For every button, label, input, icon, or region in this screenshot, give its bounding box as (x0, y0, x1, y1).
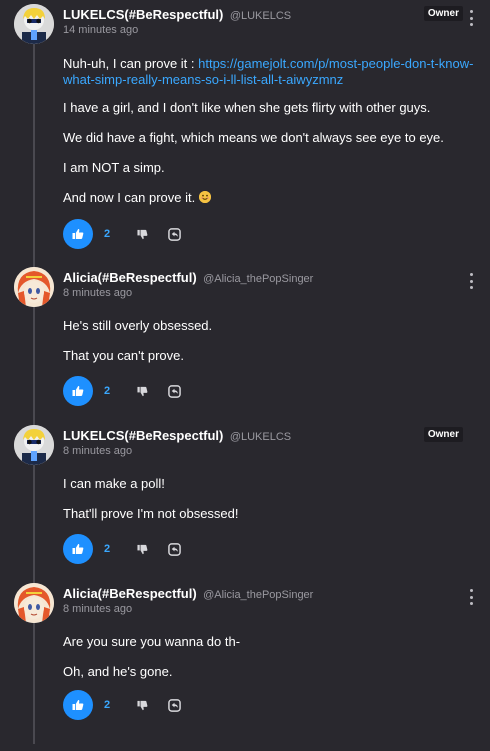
comment-paragraph: He's still overly obsessed. (63, 318, 213, 333)
like-count[interactable]: 2 (104, 228, 118, 240)
comment-paragraph: I am NOT a simp. (63, 160, 165, 175)
like-count[interactable]: 2 (104, 385, 118, 397)
display-name[interactable]: Alicia(#BeRespectful) (63, 586, 197, 601)
comment-body: He's still overly obsessed. That you can… (63, 318, 474, 364)
dislike-button[interactable] (132, 224, 152, 244)
reply-icon (167, 542, 181, 556)
comment-body: Nuh-uh, I can prove it : https://gamejol… (63, 56, 474, 206)
comment-actions: 2 (63, 376, 184, 406)
comment-actions: 2 (63, 534, 184, 564)
thumbs-up-icon (72, 228, 84, 239)
comment-item: Alicia(#BeRespectful) @Alicia_thePopSing… (0, 583, 490, 733)
comment-paragraph: I have a girl, and I don't like when she… (63, 100, 431, 115)
comment-paragraph: That you can't prove. (63, 348, 184, 363)
comment-paragraph: Nuh-uh, I can prove it : https://gamejol… (63, 56, 474, 87)
display-name[interactable]: LUKELCS(#BeRespectful) (63, 428, 223, 443)
comment-paragraph: Oh, and he's gone. (63, 664, 173, 679)
timestamp[interactable]: 8 minutes ago (63, 287, 132, 299)
display-name[interactable]: Alicia(#BeRespectful) (63, 270, 197, 285)
comment-item: Alicia(#BeRespectful) @Alicia_thePopSing… (0, 267, 490, 417)
comment-actions: 2 (63, 219, 184, 249)
like-button[interactable] (63, 690, 93, 720)
reply-icon (167, 227, 181, 241)
thumbs-down-icon (136, 386, 147, 396)
like-button[interactable] (63, 534, 93, 564)
thumbs-up-icon (72, 385, 84, 396)
reply-button[interactable] (164, 539, 184, 559)
thumbs-up-icon (72, 699, 84, 710)
comment-paragraph: That'll prove I'm not obsessed! (63, 506, 239, 521)
reply-button[interactable] (164, 695, 184, 715)
comment-paragraph: And now I can prove it. (63, 190, 474, 206)
more-options-icon[interactable] (468, 589, 474, 605)
more-options-icon[interactable] (468, 10, 474, 26)
like-count[interactable]: 2 (104, 543, 118, 555)
owner-badge: Owner (423, 6, 463, 21)
username[interactable]: @Alicia_thePopSinger (203, 589, 313, 601)
thumbs-down-icon (136, 229, 147, 239)
comment-paragraph: We did have a fight, which means we don'… (63, 130, 444, 145)
dislike-button[interactable] (132, 539, 152, 559)
reply-icon (167, 698, 181, 712)
like-count[interactable]: 2 (104, 699, 118, 711)
smiley-emoji-icon (198, 191, 211, 203)
comment-item: LUKELCS(#BeRespectful) @LUKELCS 8 minute… (0, 425, 490, 575)
reply-button[interactable] (164, 224, 184, 244)
like-button[interactable] (63, 376, 93, 406)
comment-item: LUKELCS(#BeRespectful) @LUKELCS 14 minut… (0, 4, 490, 259)
username[interactable]: @Alicia_thePopSinger (203, 273, 313, 285)
owner-badge: Owner (423, 427, 463, 442)
comment-paragraph: Are you sure you wanna do th- (63, 634, 241, 649)
timestamp[interactable]: 14 minutes ago (63, 24, 138, 36)
timestamp[interactable]: 8 minutes ago (63, 603, 132, 615)
reply-button[interactable] (164, 381, 184, 401)
thumbs-down-icon (136, 544, 147, 554)
comment-body: Are you sure you wanna do th- Oh, and he… (63, 634, 474, 680)
more-options-icon[interactable] (468, 273, 474, 289)
username[interactable]: @LUKELCS (230, 431, 291, 443)
thumbs-down-icon (136, 700, 147, 710)
username[interactable]: @LUKELCS (230, 10, 291, 22)
luke-avatar-icon[interactable] (14, 425, 54, 465)
comment-actions: 2 (63, 690, 184, 720)
dislike-button[interactable] (132, 695, 152, 715)
display-name[interactable]: LUKELCS(#BeRespectful) (63, 7, 223, 22)
reply-icon (167, 384, 181, 398)
comment-body: I can make a poll! That'll prove I'm not… (63, 476, 474, 522)
alicia-avatar-icon[interactable] (14, 267, 54, 307)
dislike-button[interactable] (132, 381, 152, 401)
alicia-avatar-icon[interactable] (14, 583, 54, 623)
thumbs-up-icon (72, 543, 84, 554)
timestamp[interactable]: 8 minutes ago (63, 445, 132, 457)
like-button[interactable] (63, 219, 93, 249)
luke-avatar-icon[interactable] (14, 4, 54, 44)
comment-paragraph: I can make a poll! (63, 476, 165, 491)
